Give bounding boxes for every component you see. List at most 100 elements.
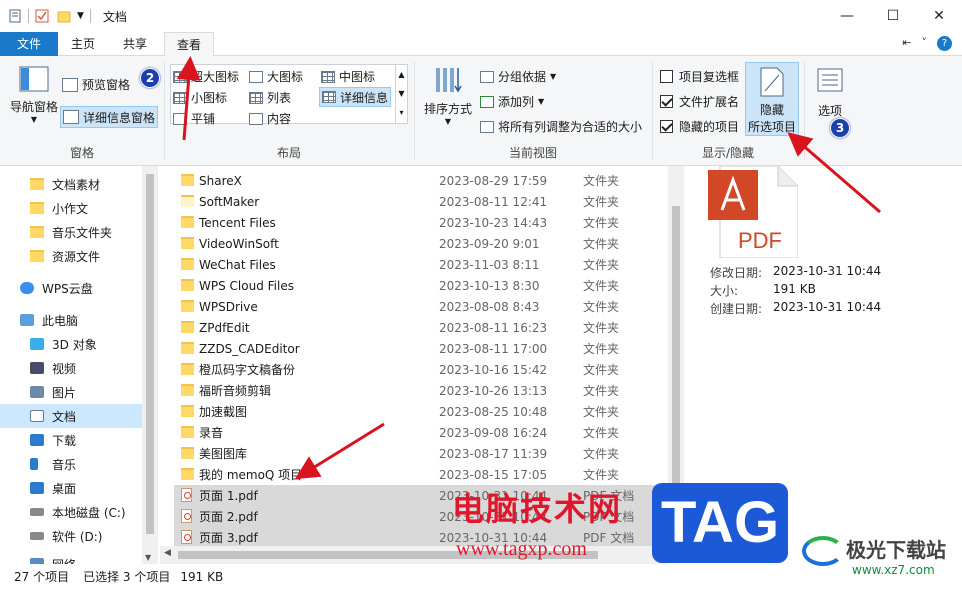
nav-item[interactable]: 资源文件 [30, 244, 158, 268]
close-button[interactable]: ✕ [916, 0, 962, 32]
navigation-pane-button[interactable]: 导航窗格 ▼ [8, 66, 60, 124]
size-columns-button[interactable]: 将所有列调整为合适的大小 [480, 118, 642, 135]
nav-item-wps-cloud[interactable]: WPS云盘 [20, 276, 158, 300]
layout-details[interactable]: 详细信息 [319, 87, 392, 107]
list-item[interactable]: 橙瓜码字文稿备份 2023-10-16 15:42 文件夹 [174, 359, 666, 380]
tab-share[interactable]: 共享 [108, 32, 162, 56]
hide-selected-icon [760, 67, 784, 97]
watermark-jg-url: www.xz7.com [852, 563, 935, 577]
layout-extra-large-icons[interactable]: 超大图标 [173, 68, 239, 85]
file-list-hscrollbar[interactable]: ◀ [160, 546, 668, 564]
hide-selected-items-button[interactable]: 隐藏 所选项目 [745, 62, 799, 136]
layout-large-icons[interactable]: 大图标 [249, 68, 303, 85]
nav-scrollbar[interactable]: ▼ [142, 166, 158, 564]
list-item[interactable]: 我的 memoQ 项目 2023-08-15 17:05 文件夹 [174, 464, 666, 485]
file-name: 页面 3.pdf [199, 531, 258, 545]
scroll-down-icon[interactable]: ▼ [145, 553, 151, 562]
new-folder-icon[interactable] [57, 9, 71, 23]
modified-date-property: 修改日期: 2023-10-31 10:44 [710, 264, 881, 281]
nav-item[interactable]: 音乐文件夹 [30, 220, 158, 244]
add-columns-button[interactable]: 添加列 ▼ [480, 93, 544, 110]
layout-scroll-icon[interactable]: ▲ ▼ ▾ [395, 65, 407, 123]
list-label: 列表 [267, 91, 292, 105]
pdf-file-icon [181, 488, 192, 502]
layout-tiles[interactable]: 平铺 [173, 110, 215, 127]
folder-icon [181, 342, 194, 354]
layout-small-icons[interactable]: 小图标 [173, 89, 227, 106]
nav-item-desktop[interactable]: 桌面 [30, 476, 158, 500]
watermark-site-name: 电脑技术网 [452, 490, 623, 528]
file-date: 2023-10-23 14:43 [439, 215, 548, 230]
cube-icon [30, 338, 44, 350]
list-item[interactable]: VideoWinSoft 2023-09-20 9:01 文件夹 [174, 233, 666, 254]
list-item[interactable]: ZPdfEdit 2023-08-11 16:23 文件夹 [174, 317, 666, 338]
collapse-ribbon-icon[interactable]: ˅ [922, 36, 928, 51]
nav-item-label: 此电脑 [42, 313, 79, 328]
item-checkboxes-checkbox[interactable] [660, 70, 673, 83]
help-icon[interactable]: ? [937, 36, 952, 51]
file-name: 页面 2.pdf [199, 510, 258, 524]
item-checkboxes-toggle[interactable]: 项目复选框 [660, 68, 739, 85]
details-pane-button[interactable]: 详细信息窗格 [60, 106, 159, 128]
list-item[interactable]: ZZDS_CADEditor 2023-08-11 17:00 文件夹 [174, 338, 666, 359]
hidden-items-toggle[interactable]: 隐藏的项目 [660, 118, 739, 135]
list-item[interactable]: WPSDrive 2023-08-08 8:43 文件夹 [174, 296, 666, 317]
sort-by-label: 排序方式 [423, 102, 472, 116]
annotation-badge-2: 2 [140, 68, 160, 88]
maximize-button[interactable]: ☐ [870, 0, 916, 32]
file-date: 2023-08-15 17:05 [439, 467, 548, 482]
quick-access-dropdown-icon[interactable]: ▼ [77, 11, 84, 21]
scroll-left-icon[interactable]: ◀ [164, 548, 171, 558]
tab-file[interactable]: 文件 [0, 32, 58, 56]
list-item[interactable]: SoftMaker 2023-08-11 12:41 文件夹 [174, 191, 666, 212]
nav-item-this-pc[interactable]: 此电脑 [20, 308, 158, 332]
hidden-items-checkbox[interactable] [660, 120, 673, 133]
nav-item-drive-c[interactable]: 本地磁盘 (C:) [30, 500, 158, 524]
nav-item-label: 软件 (D:) [52, 529, 103, 544]
group-by-icon [480, 70, 494, 83]
preview-pane-button[interactable]: 预览窗格 [62, 76, 130, 93]
nav-item-3d-objects[interactable]: 3D 对象 [30, 332, 158, 356]
layout-list[interactable]: 列表 [249, 89, 291, 106]
file-type: 文件夹 [583, 321, 620, 335]
nav-item[interactable]: 小作文 [30, 196, 158, 220]
minimize-button[interactable]: — [824, 0, 870, 32]
nav-item-label: 视频 [52, 361, 77, 376]
list-item[interactable]: WeChat Files 2023-11-03 8:11 文件夹 [174, 254, 666, 275]
properties-icon[interactable] [8, 9, 22, 23]
file-type: 文件夹 [583, 342, 620, 356]
list-item[interactable]: 美图图库 2023-08-17 11:39 文件夹 [174, 443, 666, 464]
layout-group-label: 布局 [276, 146, 301, 160]
tab-home[interactable]: 主页 [58, 32, 108, 56]
layout-content[interactable]: 内容 [249, 110, 291, 127]
nav-item-videos[interactable]: 视频 [30, 356, 158, 380]
nav-item-network[interactable]: 网络 [30, 552, 158, 564]
list-item[interactable]: Tencent Files 2023-10-23 14:43 文件夹 [174, 212, 666, 233]
file-list-scrollbar-thumb[interactable] [672, 206, 680, 506]
nav-item-label: 桌面 [52, 481, 77, 496]
nav-item-documents[interactable]: 文档 [0, 404, 142, 428]
check-properties-icon[interactable] [35, 9, 49, 23]
nav-item[interactable]: 文档素材 [30, 172, 158, 196]
nav-item-pictures[interactable]: 图片 [30, 380, 158, 404]
sort-by-button[interactable]: 排序方式 ▼ [420, 66, 476, 126]
list-item[interactable]: 福昕音频剪辑 2023-10-26 13:13 文件夹 [174, 380, 666, 401]
navigation-pane: 文档素材 小作文 音乐文件夹 资源文件 WPS云盘 此电脑 3D 对象 视频 图… [0, 166, 158, 564]
file-extensions-checkbox[interactable] [660, 95, 673, 108]
list-item[interactable]: 录音 2023-09-08 16:24 文件夹 [174, 422, 666, 443]
file-extensions-toggle[interactable]: 文件扩展名 [660, 93, 739, 110]
tab-view[interactable]: 查看 [164, 32, 214, 57]
nav-scrollbar-thumb[interactable] [146, 174, 154, 534]
show-hide-group-label: 显示/隐藏 [701, 146, 755, 160]
modified-date-label: 修改日期: [710, 266, 763, 280]
nav-item-music[interactable]: 音乐 [30, 452, 158, 476]
list-item[interactable]: ShareX 2023-08-29 17:59 文件夹 [174, 170, 666, 191]
pin-ribbon-icon[interactable]: ⇤ [902, 36, 911, 51]
options-button[interactable]: 选项 [810, 68, 850, 119]
nav-item-downloads[interactable]: 下载 [30, 428, 158, 452]
group-by-button[interactable]: 分组依据 ▼ [480, 68, 556, 85]
layout-medium-icons[interactable]: 中图标 [321, 68, 375, 85]
list-item[interactable]: WPS Cloud Files 2023-10-13 8:30 文件夹 [174, 275, 666, 296]
list-item[interactable]: 加速截图 2023-08-25 10:48 文件夹 [174, 401, 666, 422]
nav-item-drive-d[interactable]: 软件 (D:) [30, 524, 158, 548]
